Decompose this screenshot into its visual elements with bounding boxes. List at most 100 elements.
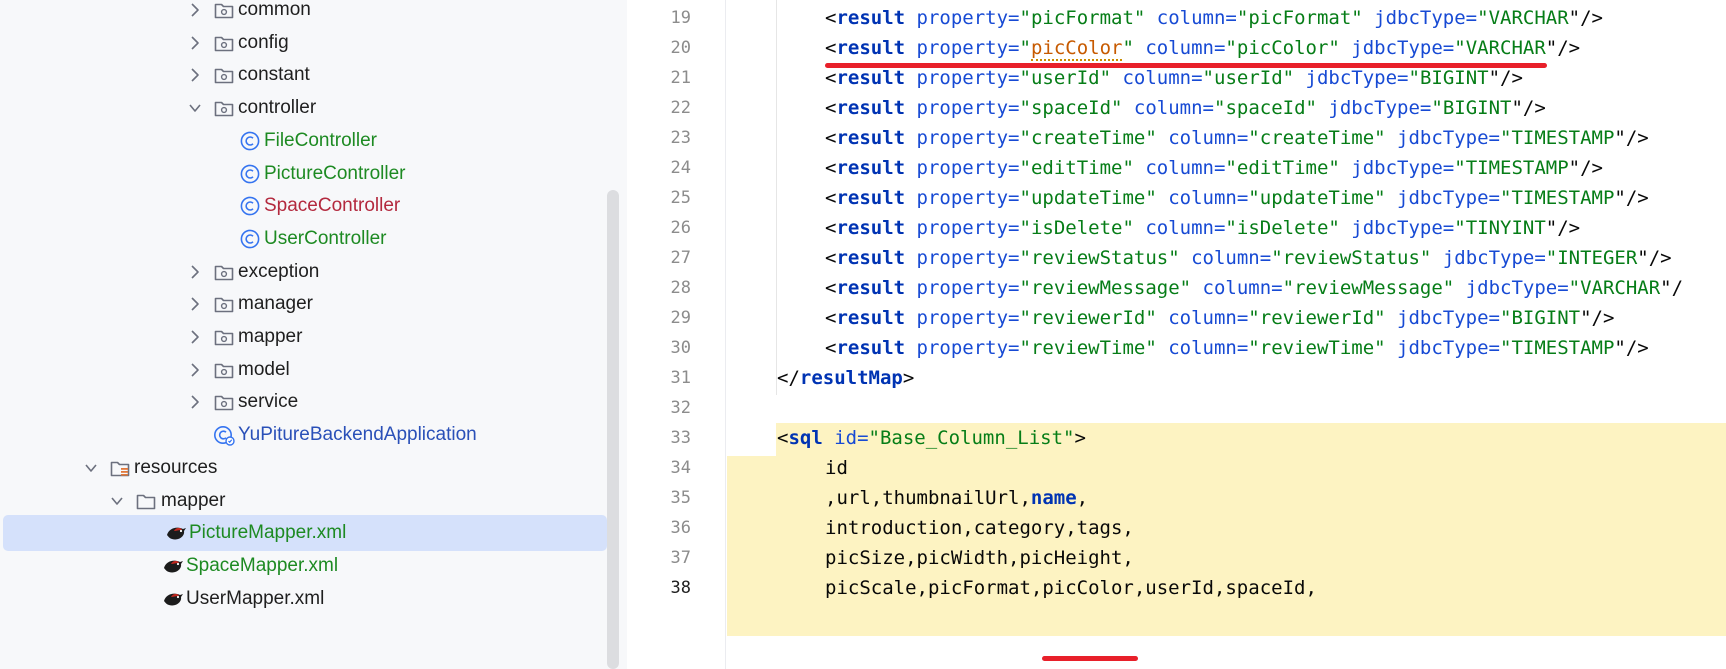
code-token: " [1328,37,1340,59]
property-value: reviewTime [1030,337,1146,359]
chevron-down-icon[interactable] [188,99,202,117]
tree-item-label: model [238,358,290,380]
sql-column-list: ,url,thumbnailUrl, [825,487,1031,509]
tree-item[interactable]: YuPitureBackendApplication [0,417,608,453]
tree-item[interactable]: controller [0,90,608,126]
project-tree-scrollbar[interactable] [607,190,619,669]
attribute-name: property= [905,247,1020,269]
chevron-right-icon[interactable] [188,328,202,346]
code-token: " [1454,157,1466,179]
code-token: < [825,157,837,179]
chevron-right-icon[interactable] [188,34,202,52]
tree-item[interactable]: FileController [0,123,608,159]
property-value: editTime [1030,157,1123,179]
code-token: "/> [1580,307,1615,329]
chevron-right-icon[interactable] [188,263,202,281]
chevron-down-icon[interactable] [84,459,98,477]
code-token: " [1225,37,1237,59]
code-token: " [1019,337,1031,359]
code-token: " [1019,37,1031,59]
code-line: <sql id="Base_Column_List"> [777,422,1086,455]
tree-item[interactable]: service [0,384,608,420]
code-token: " [1019,7,1031,29]
tag-name: result [836,307,906,329]
code-line: <result property="spaceId" column="space… [825,92,1546,125]
code-token: < [825,97,837,119]
chevron-right-icon[interactable] [188,1,202,19]
attribute-name: property= [905,307,1020,329]
code-token: " [1236,7,1249,29]
code-token: " [1179,277,1192,299]
sql-column-list: id [825,457,848,479]
code-token: " [1019,127,1031,149]
line-number: 23 [670,128,691,148]
chevron-right-icon[interactable] [188,393,202,411]
folder-icon [213,64,235,86]
tree-item[interactable]: mapper [0,483,608,519]
code-line: <result property="reviewTime" column="re… [825,332,1649,365]
tag-name: result [836,337,906,359]
code-line: <result property="reviewerId" column="re… [825,302,1614,335]
tree-item[interactable]: UserController [0,221,608,257]
code-line: <result property="reviewStatus" column="… [825,242,1672,275]
attribute-name: jdbcType= [1431,247,1546,269]
code-editor[interactable]: <result property="picFormat" column="pic… [726,0,1726,669]
tree-item[interactable]: manager [0,286,608,322]
tree-item[interactable]: UserMapper.xml [0,581,608,617]
tree-item-label: UserMapper.xml [186,587,325,609]
mybatis-xml-icon [161,588,183,610]
line-number: 19 [670,8,691,28]
chevron-right-icon[interactable] [188,66,202,84]
tree-item[interactable]: model [0,352,608,388]
code-token: " [1111,97,1123,119]
chevron-right-icon[interactable] [188,361,202,379]
code-token: , [1076,487,1089,509]
tree-item[interactable]: PictureController [0,156,608,192]
indent-guide [776,0,777,395]
chevron-right-icon[interactable] [188,295,202,313]
tag-name: sql [788,427,823,449]
line-number: 25 [670,188,691,208]
tree-item[interactable]: PictureMapper.xml [3,515,607,552]
code-token: " [1545,247,1558,269]
jdbc-type-value: TIMESTAMP [1465,157,1569,179]
code-line: picSize,picWidth,picHeight, [825,542,1134,575]
tree-item[interactable]: exception [0,254,608,290]
tree-item[interactable]: SpaceController [0,188,608,224]
attribute-name: column= [1191,277,1283,299]
column-value: reviewStatus [1282,247,1420,269]
code-token: " [1408,67,1420,89]
tree-item[interactable]: constant [0,57,608,93]
attribute-name: column= [1133,217,1226,239]
folder-icon [213,293,235,315]
code-token: < [825,307,837,329]
code-line: <result property="picColor" column="picC… [825,32,1580,65]
code-token: " [1454,217,1466,239]
code-line: <result property="createTime" column="cr… [825,122,1649,155]
sql-column-list: ,userId,spaceId, [1133,577,1317,599]
line-number: 24 [670,158,691,178]
code-token: " [1019,307,1031,329]
jdbc-type-value: VARCHAR [1580,277,1661,299]
line-number: 26 [670,218,691,238]
tree-item-label: mapper [161,489,226,511]
folder-icon [213,0,235,21]
tree-item-label: mapper [238,326,303,347]
tree-item[interactable]: config [0,25,608,61]
property-value: spaceId [1030,97,1112,119]
code-token: " [1213,97,1226,119]
tree-item-label: SpaceController [264,195,401,217]
code-token: " [1019,217,1031,239]
tree-item[interactable]: mapper [0,319,608,355]
code-token: " [1019,157,1031,179]
chevron-down-icon[interactable] [110,492,124,510]
code-token: " [1271,247,1283,269]
tag-name: result [836,277,906,299]
code-token: " [1499,337,1512,359]
attribute-name: property= [905,127,1020,149]
tree-item[interactable]: SpaceMapper.xml [0,548,608,584]
tree-item[interactable]: resources [0,450,608,486]
code-line: ,url,thumbnailUrl,name, [825,482,1088,515]
tag-name: result [836,247,906,269]
tag-name: resultMap [799,367,903,389]
